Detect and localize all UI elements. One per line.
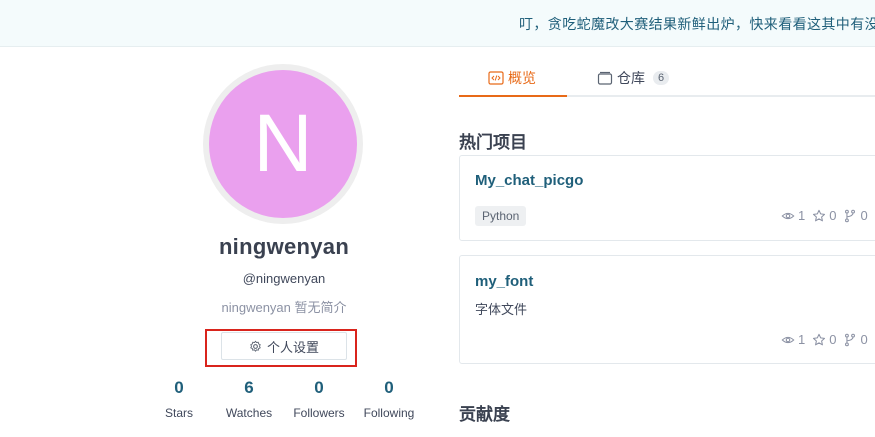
stat-followers[interactable]: 0 Followers (279, 378, 359, 420)
user-bio: ningwenyan 暂无简介 (221, 300, 347, 315)
tab-active-indicator (459, 95, 567, 97)
contribution-title: 贡献度 (459, 405, 510, 424)
stat-following-label: Following (363, 406, 415, 420)
star-icon (813, 333, 826, 345)
star-icon (813, 209, 826, 221)
gear-icon (250, 340, 261, 352)
stat-stars[interactable]: 0 Stars (139, 378, 219, 420)
banner-text[interactable]: 叮，贪吃蛇魔改大赛结果新鲜出炉，快来看看这其中有没有 (519, 14, 875, 34)
repositories-count-badge: 6 (653, 71, 670, 85)
eye-icon (781, 336, 795, 343)
watch-count: 1 (798, 208, 806, 223)
code-icon (488, 71, 504, 85)
tab-overview-label: 概览 (508, 70, 536, 86)
project-card[interactable]: My_chat_picgo Python 1 0 0 (459, 155, 875, 241)
tab-overview[interactable]: 概览 (488, 68, 536, 88)
personal-settings-button[interactable]: 个人设置 (221, 332, 347, 360)
project-name-link[interactable]: my_font (475, 273, 533, 290)
tab-repositories[interactable]: 仓库 6 (597, 68, 670, 88)
tab-repositories-label: 仓库 (617, 70, 645, 86)
language-tag: Python (475, 206, 527, 226)
star-count: 0 (829, 208, 837, 223)
stat-followers-label: Followers (293, 406, 345, 420)
star-count: 0 (829, 332, 837, 347)
project-stats: 1 0 0 (781, 208, 872, 223)
profile-tabs: 概览 仓库 6 (459, 58, 875, 97)
display-name: ningwenyan (218, 234, 350, 259)
avatar: N (209, 70, 357, 218)
hot-projects-title: 热门项目 (459, 133, 527, 152)
stat-stars-value: 0 (174, 378, 184, 397)
eye-icon (781, 212, 795, 219)
fork-icon (845, 209, 856, 222)
repository-icon (597, 71, 613, 85)
stat-following-value: 0 (384, 378, 394, 397)
fork-icon (845, 333, 856, 346)
watch-count: 1 (798, 332, 806, 347)
fork-count: 0 (860, 332, 868, 347)
stat-followers-value: 0 (314, 378, 324, 397)
project-card[interactable]: my_font 字体文件 1 0 0 (459, 255, 875, 364)
stat-following[interactable]: 0 Following (349, 378, 429, 420)
stat-watches-label: Watches (225, 406, 273, 420)
fork-count: 0 (860, 208, 868, 223)
personal-settings-label: 个人设置 (266, 339, 319, 355)
stat-watches-value: 6 (244, 378, 254, 397)
stat-watches[interactable]: 6 Watches (209, 378, 289, 420)
project-name-link[interactable]: My_chat_picgo (475, 172, 583, 189)
project-stats: 1 0 0 (781, 332, 872, 347)
stat-stars-label: Stars (164, 406, 193, 420)
user-handle: @ningwenyan (242, 271, 326, 286)
announcement-banner[interactable]: 叮，贪吃蛇魔改大赛结果新鲜出炉，快来看看这其中有没有 (0, 0, 875, 47)
project-description: 字体文件 (475, 302, 528, 317)
